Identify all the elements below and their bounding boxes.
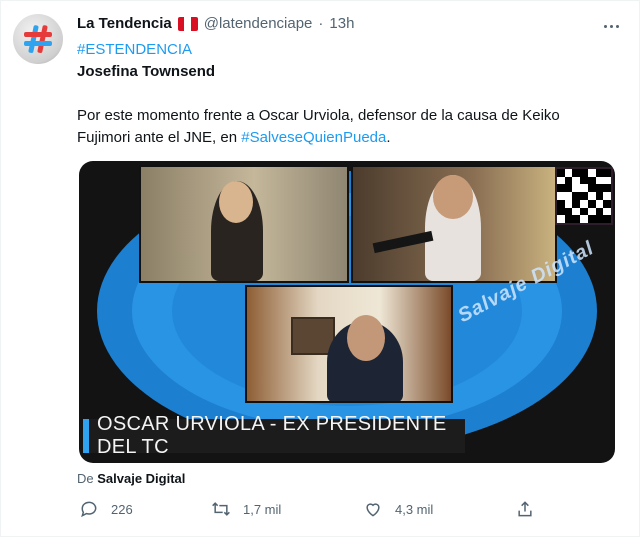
author-name[interactable]: La Tendencia (77, 15, 172, 32)
retweet-button[interactable]: 1,7 mil (211, 499, 281, 519)
share-button[interactable] (515, 499, 535, 519)
video-feed-guest (351, 165, 557, 283)
separator-dot: · (318, 15, 324, 32)
hashtag-link[interactable]: #ESTENDENCIA (77, 41, 192, 58)
like-icon (366, 503, 380, 517)
tweet-title: Josefina Townsend (77, 63, 216, 80)
tweet-time[interactable]: 13h (329, 15, 354, 32)
source-link[interactable]: Salvaje Digital (97, 471, 185, 486)
reply-button[interactable]: 226 (79, 499, 133, 519)
tweet-body: Por este momento frente a Oscar Urviola,… (77, 105, 617, 149)
more-icon[interactable] (601, 17, 621, 35)
tweet: La Tendencia @latendenciape · 13h #ESTEN… (0, 0, 640, 537)
share-icon (518, 501, 532, 517)
retweet-count: 1,7 mil (243, 501, 282, 517)
lower-third-caption: OSCAR URVIOLA - EX PRESIDENTE DEL TC (83, 413, 465, 458)
hashtag-logo-icon (24, 25, 52, 53)
video-feed-host (139, 165, 349, 283)
hashtag-salvese-link[interactable]: #SalveseQuienPueda (241, 129, 386, 146)
author-handle[interactable]: @latendenciape (204, 15, 313, 32)
media-source: De Salvaje Digital (77, 471, 185, 486)
video-media[interactable]: Salvaje Digital OSCAR URVIOLA - EX PRESI… (79, 161, 615, 463)
video-feed-urviola (245, 285, 453, 403)
qr-code (555, 167, 613, 225)
retweet-icon (212, 502, 230, 516)
source-prefix: De (77, 471, 98, 486)
like-button[interactable]: 4,3 mil (363, 499, 433, 519)
tweet-body-end: . (386, 129, 391, 146)
like-count: 4,3 mil (395, 501, 434, 517)
reply-icon (81, 501, 97, 518)
tweet-actions: 226 1,7 mil 4,3 mil (77, 499, 557, 521)
avatar[interactable] (13, 14, 63, 64)
reply-count: 226 (111, 501, 133, 517)
peru-flag-icon (177, 16, 198, 31)
tweet-header: La Tendencia @latendenciape · 13h (77, 15, 354, 32)
